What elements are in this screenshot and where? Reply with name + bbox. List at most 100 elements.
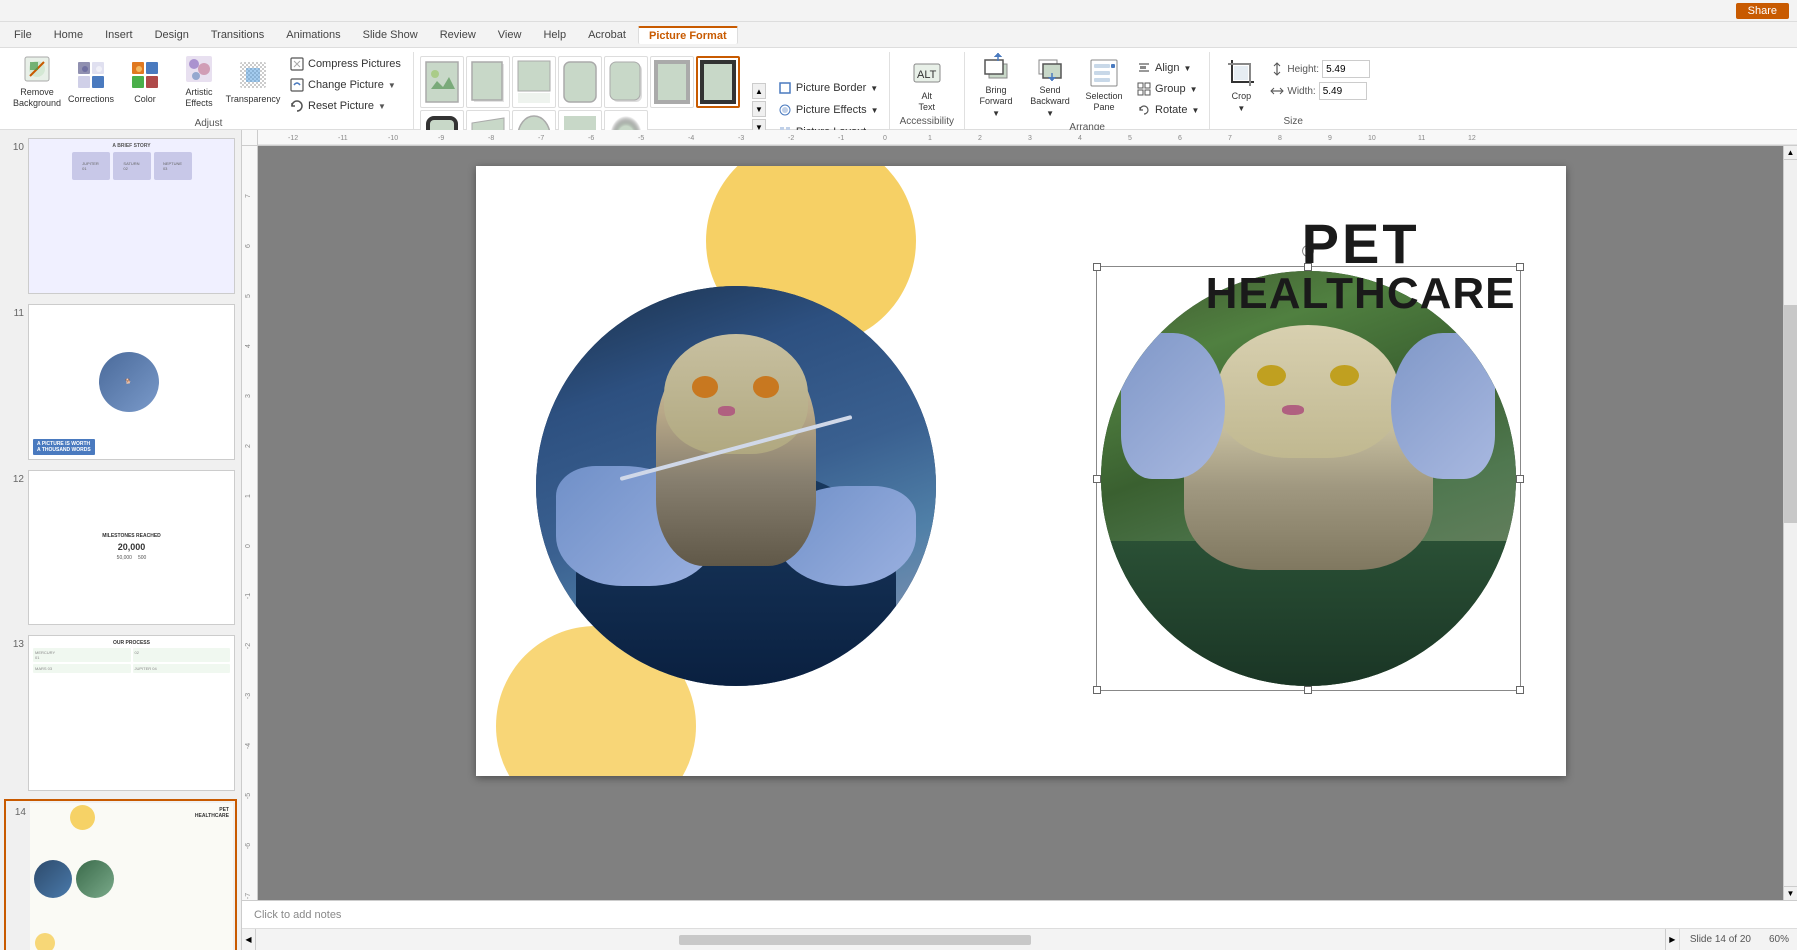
tab-pictureformat[interactable]: Picture Format — [638, 26, 738, 44]
tab-review[interactable]: Review — [430, 27, 486, 43]
styles-scroll-down[interactable]: ▼ — [752, 101, 766, 117]
scrollbar-horizontal-left[interactable]: ◀ — [242, 929, 256, 950]
crop-button[interactable]: Crop ▼ — [1216, 56, 1266, 114]
svg-text:0: 0 — [245, 544, 252, 548]
slide-thumbnail-10[interactable]: 10 A BRIEF STORY JUPITER01 SATURN02 NEPT… — [4, 136, 237, 296]
align-button[interactable]: Align ▼ — [1133, 58, 1203, 78]
handle-tl[interactable] — [1093, 263, 1101, 271]
height-input[interactable] — [1322, 60, 1370, 78]
picture-effects-icon — [778, 103, 792, 117]
picture-style-6[interactable] — [650, 56, 694, 108]
height-icon — [1270, 62, 1284, 76]
scrollbar-vertical[interactable]: ▲ ▼ — [1783, 146, 1797, 900]
cat-circle-left[interactable] — [536, 286, 936, 686]
group-icon — [1137, 82, 1151, 96]
tab-home[interactable]: Home — [44, 27, 93, 43]
tab-help[interactable]: Help — [533, 27, 576, 43]
rotate-icon — [1137, 103, 1151, 117]
tab-transitions[interactable]: Transitions — [201, 27, 274, 43]
crop-arrow[interactable]: ▼ — [1237, 104, 1245, 113]
remove-background-button[interactable]: Remove Background — [12, 52, 62, 110]
slide-thumbnail-11[interactable]: 11 🐕 A PICTURE IS WORTHA THOUSAND WORDS — [4, 302, 237, 462]
tab-acrobat[interactable]: Acrobat — [578, 27, 636, 43]
tab-slideshow[interactable]: Slide Show — [353, 27, 428, 43]
rotate-arrow[interactable]: ▼ — [1191, 106, 1199, 115]
send-backward-button[interactable]: SendBackward ▼ — [1025, 56, 1075, 114]
picture-style-4[interactable] — [558, 56, 602, 108]
scroll-up-button[interactable]: ▲ — [1784, 146, 1797, 160]
width-input[interactable] — [1319, 82, 1367, 100]
rotate-button[interactable]: Rotate ▼ — [1133, 100, 1203, 120]
editor-main: 7 6 5 4 3 2 1 0 -1 -2 -3 -4 -5 -6 -7 — [242, 146, 1797, 900]
svg-text:2: 2 — [245, 444, 252, 448]
share-button[interactable]: Share — [1736, 3, 1789, 19]
alt-text-button[interactable]: ALT AltText — [902, 56, 952, 114]
scroll-down-button[interactable]: ▼ — [1784, 886, 1797, 900]
reset-picture-button[interactable]: Reset Picture ▼ — [286, 96, 405, 116]
change-picture-button[interactable]: Change Picture ▼ — [286, 75, 405, 95]
cat-circle-right[interactable] — [1101, 271, 1516, 686]
scroll-thumb-h[interactable] — [679, 935, 1031, 945]
svg-text:1: 1 — [245, 494, 252, 498]
corrections-button[interactable]: Corrections — [66, 52, 116, 110]
handle-br[interactable] — [1516, 686, 1524, 694]
transparency-button[interactable]: Transparency — [228, 52, 278, 110]
status-slide-info: Slide 14 of 20 — [1679, 929, 1761, 950]
tab-design[interactable]: Design — [145, 27, 199, 43]
picture-effects-arrow[interactable]: ▼ — [871, 106, 879, 115]
scrollbar-track-h[interactable] — [256, 929, 1665, 950]
compress-pictures-button[interactable]: Compress Pictures — [286, 54, 405, 74]
svg-text:5: 5 — [245, 294, 252, 298]
tab-animations[interactable]: Animations — [276, 27, 350, 43]
svg-text:3: 3 — [1028, 135, 1032, 142]
reset-picture-arrow[interactable]: ▼ — [378, 102, 386, 111]
group-arrow[interactable]: ▼ — [1190, 85, 1198, 94]
artistic-effects-button[interactable]: ArtisticEffects — [174, 52, 224, 110]
picture-border-arrow[interactable]: ▼ — [870, 84, 878, 93]
bring-forward-button[interactable]: BringForward ▼ — [971, 56, 1021, 114]
svg-text:-8: -8 — [488, 135, 494, 142]
handle-bm[interactable] — [1304, 686, 1312, 694]
handle-bl[interactable] — [1093, 686, 1101, 694]
svg-text:-1: -1 — [838, 135, 844, 142]
color-button[interactable]: Color — [120, 52, 170, 110]
svg-text:-5: -5 — [638, 135, 644, 142]
ribbon-group-accessibility: ALT AltText Accessibility — [890, 52, 965, 129]
handle-ml[interactable] — [1093, 475, 1101, 483]
scrollbar-horizontal-right[interactable]: ▶ — [1665, 929, 1679, 950]
picture-effects-button[interactable]: Picture Effects ▼ — [774, 100, 883, 120]
cat-circle-right-container[interactable]: ↻ — [1101, 271, 1516, 686]
slide-thumbnail-13[interactable]: 13 OUR PROCESS MERCURY01 02 MARS 03 JUPI… — [4, 633, 237, 793]
svg-text:-3: -3 — [245, 693, 252, 699]
tab-insert[interactable]: Insert — [95, 27, 143, 43]
picture-style-7[interactable] — [696, 56, 740, 108]
align-arrow[interactable]: ▼ — [1184, 64, 1192, 73]
picture-border-button[interactable]: Picture Border ▼ — [774, 78, 883, 98]
styles-scroll-up[interactable]: ▲ — [752, 83, 766, 99]
tab-view[interactable]: View — [488, 27, 532, 43]
selection-pane-button[interactable]: SelectionPane — [1079, 56, 1129, 114]
handle-mr[interactable] — [1516, 475, 1524, 483]
svg-text:-3: -3 — [738, 135, 744, 142]
picture-style-1[interactable] — [420, 56, 464, 108]
send-backward-arrow[interactable]: ▼ — [1046, 109, 1054, 118]
remove-background-icon — [21, 54, 53, 84]
svg-text:4: 4 — [245, 344, 252, 348]
change-picture-arrow[interactable]: ▼ — [388, 81, 396, 90]
svg-text:-5: -5 — [245, 793, 252, 799]
group-button[interactable]: Group ▼ — [1133, 79, 1203, 99]
slide-thumbnail-12[interactable]: 12 MILESTONES REACHED 20,000 50,000 500 — [4, 468, 237, 628]
crop-icon — [1225, 58, 1257, 88]
color-icon — [129, 59, 161, 91]
slide-canvas-area[interactable]: PET HEALTHCARE — [258, 146, 1783, 900]
scroll-thumb-v[interactable] — [1784, 305, 1797, 523]
ribbon-group-size: Crop ▼ Height: Width: Size — [1210, 52, 1376, 129]
svg-text:-11: -11 — [338, 135, 348, 142]
slide-thumbnail-14[interactable]: 14 PETHEALTHCARE — [4, 799, 237, 950]
picture-style-2[interactable] — [466, 56, 510, 108]
picture-style-5[interactable] — [604, 56, 648, 108]
tab-file[interactable]: File — [4, 27, 42, 43]
handle-tr[interactable] — [1516, 263, 1524, 271]
bring-forward-arrow[interactable]: ▼ — [992, 109, 1000, 118]
picture-style-3[interactable] — [512, 56, 556, 108]
